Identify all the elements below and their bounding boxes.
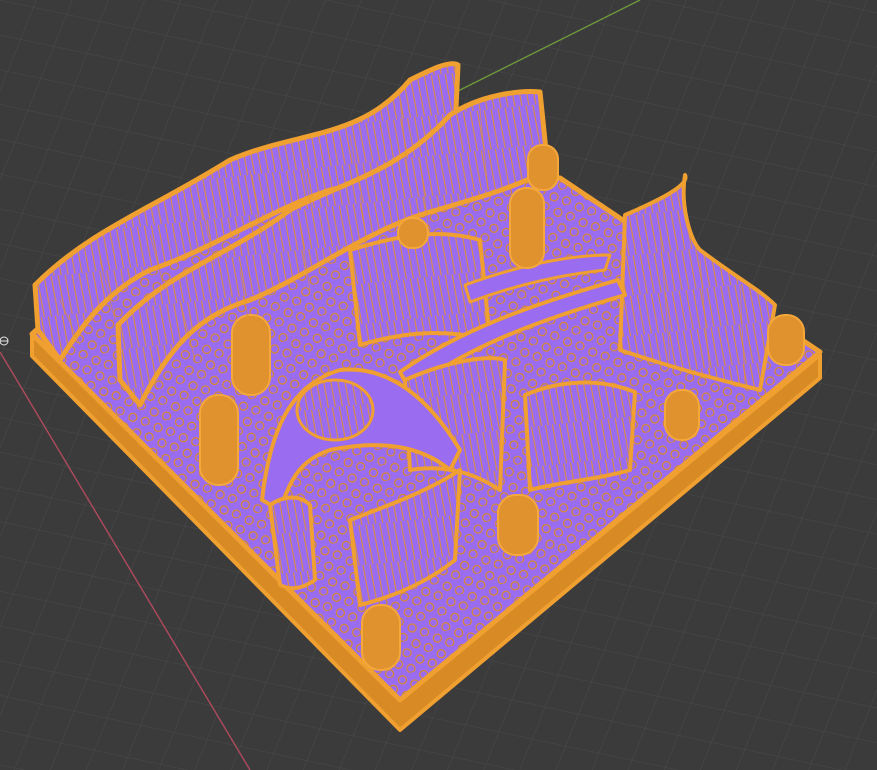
viewport-canvas[interactable] <box>0 0 877 770</box>
block-right-small <box>523 380 637 492</box>
dome-top <box>295 378 375 442</box>
wall-left-pillar <box>268 495 317 591</box>
3d-viewport[interactable] <box>0 0 877 770</box>
